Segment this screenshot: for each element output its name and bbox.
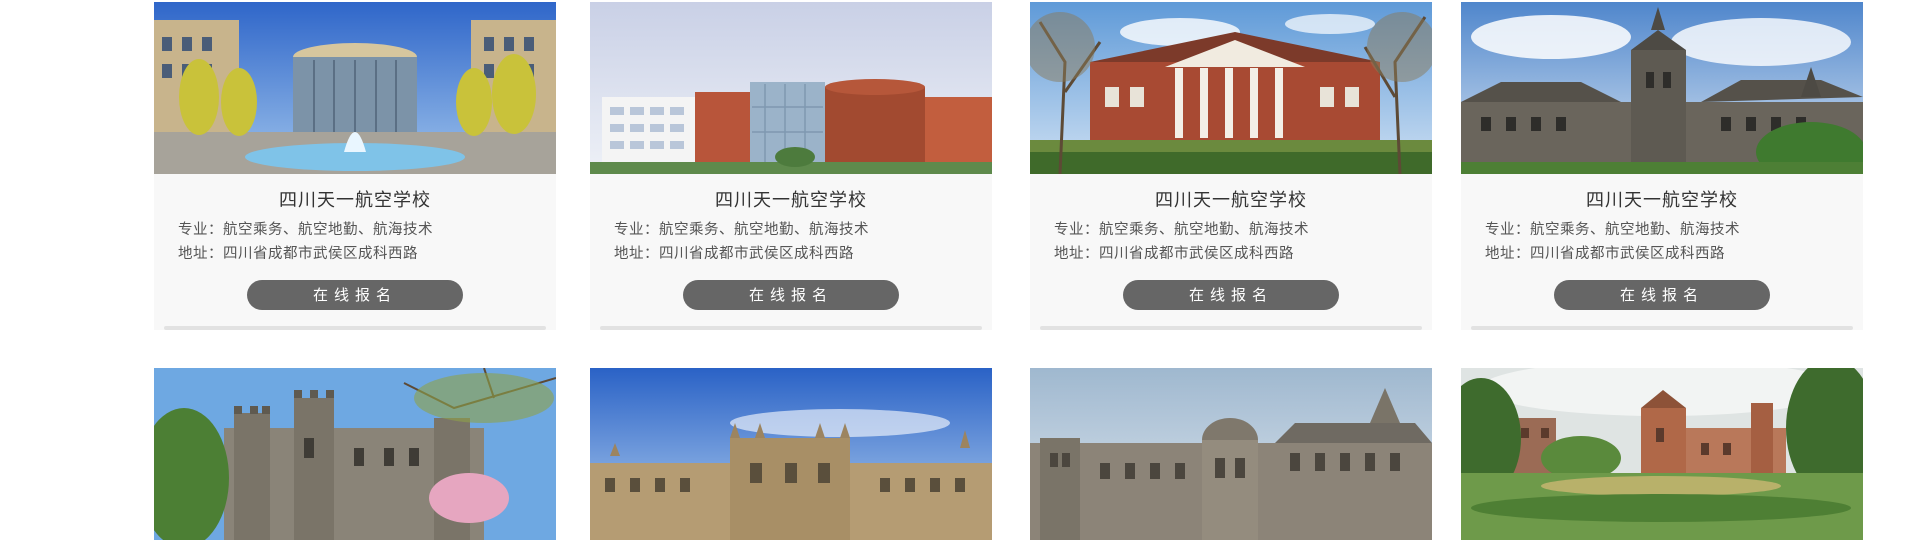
school-card	[154, 368, 556, 540]
school-majors: 专业：航空乘务、航空地勤、航海技术	[1054, 222, 1309, 238]
school-name[interactable]: 四川天一航空学校	[590, 186, 992, 212]
school-name[interactable]: 四川天一航空学校	[1461, 186, 1863, 212]
school-majors: 专业：航空乘务、航空地勤、航海技术	[614, 222, 869, 238]
school-photo[interactable]	[154, 368, 556, 540]
school-photo[interactable]	[590, 2, 992, 174]
school-card	[590, 368, 992, 540]
school-card: 四川天一航空学校 专业：航空乘务、航空地勤、航海技术 地址：四川省成都市武侯区成…	[1030, 2, 1432, 330]
card-bottom-bar	[1471, 326, 1853, 330]
school-photo[interactable]	[1461, 368, 1863, 540]
school-photo[interactable]	[1030, 368, 1432, 540]
card-bottom-bar	[600, 326, 982, 330]
card-bottom-bar	[164, 326, 546, 330]
apply-online-button[interactable]: 在线报名	[247, 280, 463, 310]
school-card: 四川天一航空学校 专业：航空乘务、航空地勤、航海技术 地址：四川省成都市武侯区成…	[590, 2, 992, 330]
school-majors: 专业：航空乘务、航空地勤、航海技术	[178, 222, 433, 238]
school-photo[interactable]	[590, 368, 992, 540]
school-photo[interactable]	[1030, 2, 1432, 174]
school-address: 地址：四川省成都市武侯区成科西路	[178, 246, 418, 262]
apply-online-button[interactable]: 在线报名	[1554, 280, 1770, 310]
card-bottom-bar	[1040, 326, 1422, 330]
apply-online-button[interactable]: 在线报名	[683, 280, 899, 310]
school-grid: 四川天一航空学校 专业：航空乘务、航空地勤、航海技术 地址：四川省成都市武侯区成…	[154, 0, 1863, 540]
school-address: 地址：四川省成都市武侯区成科西路	[1054, 246, 1294, 262]
school-majors: 专业：航空乘务、航空地勤、航海技术	[1485, 222, 1740, 238]
school-card	[1461, 368, 1863, 540]
school-name[interactable]: 四川天一航空学校	[1030, 186, 1432, 212]
school-card: 四川天一航空学校 专业：航空乘务、航空地勤、航海技术 地址：四川省成都市武侯区成…	[1461, 2, 1863, 330]
school-photo[interactable]	[154, 2, 556, 174]
school-card: 四川天一航空学校 专业：航空乘务、航空地勤、航海技术 地址：四川省成都市武侯区成…	[154, 2, 556, 330]
apply-online-button[interactable]: 在线报名	[1123, 280, 1339, 310]
school-name[interactable]: 四川天一航空学校	[154, 186, 556, 212]
school-address: 地址：四川省成都市武侯区成科西路	[614, 246, 854, 262]
school-address: 地址：四川省成都市武侯区成科西路	[1485, 246, 1725, 262]
school-card	[1030, 368, 1432, 540]
school-photo[interactable]	[1461, 2, 1863, 174]
